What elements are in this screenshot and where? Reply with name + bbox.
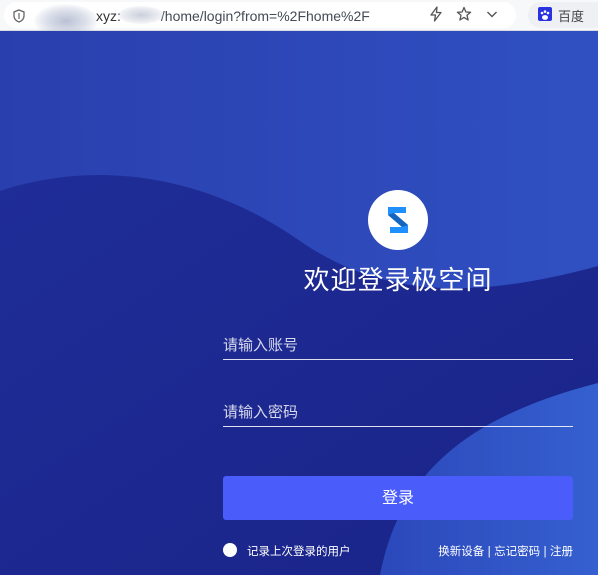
account-field xyxy=(223,330,573,360)
logo-icon xyxy=(388,207,408,233)
star-icon[interactable] xyxy=(456,6,472,22)
password-input[interactable] xyxy=(223,399,573,425)
chevron-down-icon[interactable] xyxy=(484,6,500,22)
lightning-icon[interactable] xyxy=(428,6,444,22)
forgot-password-link[interactable]: 忘记密码 xyxy=(494,544,540,558)
account-input[interactable] xyxy=(223,332,573,358)
login-page: 欢迎登录极空间 登录 记录上次登录的用户 换新设备|忘记密码|注册 xyxy=(0,31,598,575)
remember-label: 记录上次登录的用户 xyxy=(247,544,351,558)
app-logo xyxy=(368,190,428,250)
footer-links: 换新设备 | 忘记密码 | 注册 xyxy=(438,543,573,559)
register-link[interactable]: 注册 xyxy=(550,544,573,558)
browser-address-bar: xyz:/home/login?from=%2Fhome%2F 百度 xyxy=(0,0,598,38)
blurred-region-host xyxy=(118,6,164,24)
welcome-title: 欢迎登录极空间 xyxy=(303,266,493,296)
baidu-paw-icon xyxy=(538,7,552,21)
login-button[interactable]: 登录 xyxy=(223,476,573,520)
url-path: /home/login?from=%2Fhome%2F xyxy=(160,8,370,24)
change-device-link[interactable]: 换新设备 xyxy=(438,544,484,558)
link-separator: | xyxy=(487,544,492,558)
link-separator: | xyxy=(543,544,547,558)
search-engine-label: 百度 xyxy=(558,10,585,25)
remember-radio[interactable] xyxy=(223,543,237,557)
shield-icon[interactable] xyxy=(12,8,26,23)
password-field xyxy=(223,397,573,427)
search-engine-button[interactable]: 百度 xyxy=(528,2,598,28)
